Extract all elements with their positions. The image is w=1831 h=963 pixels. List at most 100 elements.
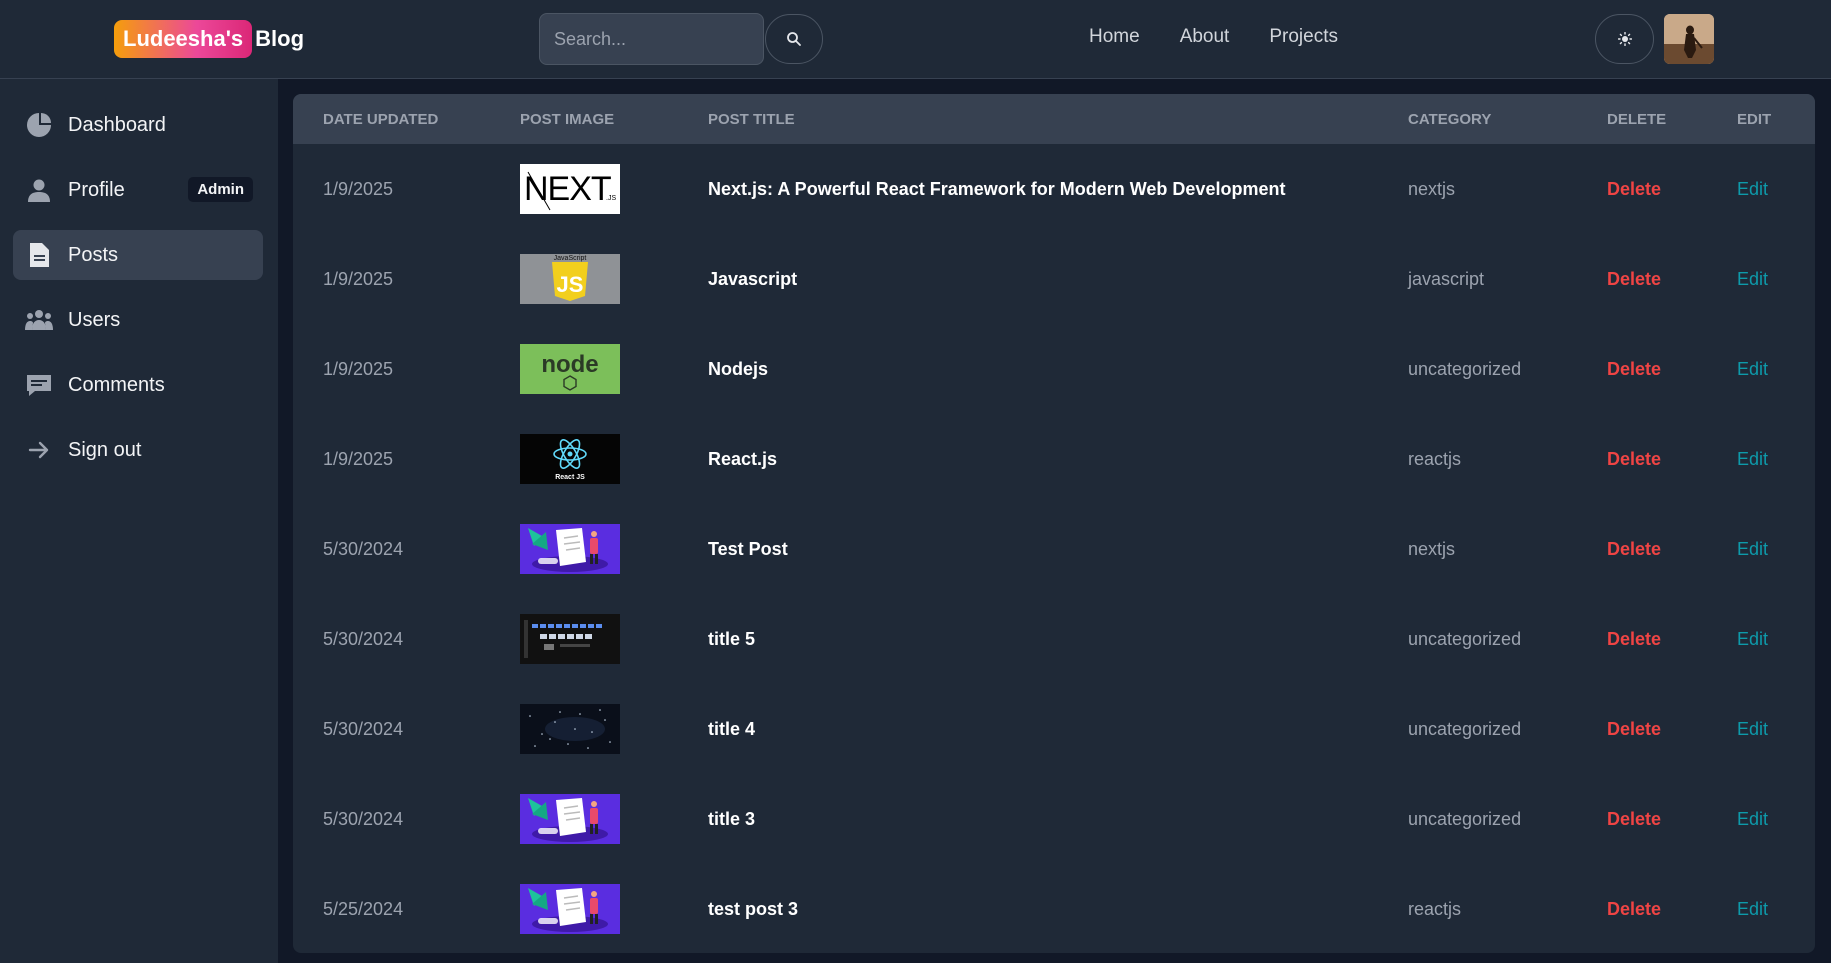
edit-link[interactable]: Edit [1737, 774, 1768, 864]
edit-link[interactable]: Edit [1737, 684, 1768, 774]
sidebar-item-comments[interactable]: Comments [13, 360, 263, 410]
user-icon [25, 176, 53, 204]
post-thumbnail[interactable] [520, 884, 620, 934]
col-date-updated: Date updated [323, 111, 439, 128]
theme-toggle-button[interactable] [1595, 14, 1654, 64]
delete-link[interactable]: Delete [1607, 414, 1661, 504]
post-category: nextjs [1408, 538, 1456, 559]
sidebar-item-posts[interactable]: Posts [13, 230, 263, 280]
edit-link[interactable]: Edit [1737, 594, 1768, 684]
posts-table: Date updated Post image Post title Categ… [293, 94, 1815, 953]
edit-link[interactable]: Edit [1737, 864, 1768, 953]
post-image-cell[interactable] [520, 864, 620, 953]
sidebar-item-label: Comments [68, 373, 165, 396]
nav-about[interactable]: About [1180, 26, 1230, 48]
table-row: 1/9/2025 JavaScript JS Javascript javascript… [293, 234, 1815, 324]
post-thumbnail[interactable] [520, 614, 620, 664]
date-updated: 5/30/2024 [323, 718, 404, 739]
search-icon [787, 32, 801, 46]
table-row: 1/9/2025 React JS React.js reactjs Delete Edi… [293, 414, 1815, 504]
sidebar-item-signout[interactable]: Sign out [13, 425, 263, 475]
edit-link[interactable]: Edit [1737, 414, 1768, 504]
sidebar-item-dashboard[interactable]: Dashboard [13, 100, 263, 150]
table-row: 5/30/2024 Test Post nextjs Delete Edit [293, 504, 1815, 594]
post-thumbnail[interactable]: JavaScript JS [520, 254, 620, 304]
post-title-link[interactable]: Nodejs [708, 324, 768, 414]
date-updated: 1/9/2025 [323, 448, 394, 469]
nav-home[interactable]: Home [1089, 26, 1140, 48]
post-title-link[interactable]: Javascript [708, 234, 797, 324]
main-nav: Home About Projects [1089, 26, 1338, 48]
sidebar-item-label: Users [68, 308, 121, 331]
edit-link[interactable]: Edit [1737, 234, 1768, 324]
sidebar-item-users[interactable]: Users [13, 295, 263, 345]
post-image-cell[interactable] [520, 684, 620, 774]
sidebar: Dashboard Profile Admin Posts Users Comm… [0, 79, 278, 963]
avatar-image [1664, 14, 1714, 64]
svg-text:React JS: React JS [555, 474, 585, 481]
edit-link[interactable]: Edit [1737, 504, 1768, 594]
post-thumbnail[interactable]: React JS [520, 434, 620, 484]
post-image-cell[interactable] [520, 774, 620, 864]
post-thumbnail[interactable] [520, 794, 620, 844]
svg-text:JS: JS [557, 272, 584, 297]
delete-link[interactable]: Delete [1607, 144, 1661, 234]
post-title-link[interactable]: React.js [708, 414, 777, 504]
edit-link[interactable]: Edit [1737, 144, 1768, 234]
post-title-link[interactable]: test post 3 [708, 864, 798, 953]
delete-link[interactable]: Delete [1607, 324, 1661, 414]
post-title-link[interactable]: title 5 [708, 594, 755, 684]
sidebar-item-label: Posts [68, 243, 119, 266]
search-input[interactable] [539, 13, 764, 65]
sidebar-item-label: Profile [68, 178, 125, 201]
site-logo[interactable]: Ludeesha's Blog [114, 20, 304, 58]
date-updated: 1/9/2025 [323, 178, 394, 199]
col-category: Category [1408, 111, 1492, 128]
post-image-cell[interactable]: JavaScript JS [520, 234, 620, 324]
top-header: Ludeesha's Blog Home About Projects [0, 0, 1831, 79]
post-image-cell[interactable] [520, 594, 620, 684]
nav-projects[interactable]: Projects [1269, 26, 1338, 48]
col-post-title: Post title [708, 111, 795, 128]
delete-link[interactable]: Delete [1607, 864, 1661, 953]
sidebar-item-label: Dashboard [68, 113, 166, 136]
post-thumbnail[interactable]: NEXT .JS [520, 164, 620, 214]
date-updated: 5/30/2024 [323, 628, 404, 649]
arrow-right-icon [25, 436, 53, 464]
post-image-cell[interactable]: node [520, 324, 620, 414]
edit-link[interactable]: Edit [1737, 324, 1768, 414]
sidebar-item-profile[interactable]: Profile Admin [13, 165, 263, 215]
svg-text:JavaScript: JavaScript [554, 255, 587, 262]
post-thumbnail[interactable]: node [520, 344, 620, 394]
post-category: nextjs [1408, 178, 1456, 199]
delete-link[interactable]: Delete [1607, 594, 1661, 684]
svg-text:NEXT: NEXT [524, 170, 611, 208]
delete-link[interactable]: Delete [1607, 774, 1661, 864]
post-category: uncategorized [1408, 358, 1522, 379]
table-row: 5/30/2024 title 4 uncategorized Delete Edit [293, 684, 1815, 774]
delete-link[interactable]: Delete [1607, 504, 1661, 594]
post-title-link[interactable]: title 4 [708, 684, 755, 774]
post-image-cell[interactable]: NEXT .JS [520, 144, 620, 234]
post-image-cell[interactable] [520, 504, 620, 594]
table-header: Date updated Post image Post title Categ… [293, 94, 1815, 144]
search-button[interactable] [765, 14, 823, 64]
document-icon [25, 241, 53, 269]
delete-link[interactable]: Delete [1607, 234, 1661, 324]
post-category: uncategorized [1408, 718, 1522, 739]
post-thumbnail[interactable] [520, 524, 620, 574]
post-title-link[interactable]: Next.js: A Powerful React Framework for … [708, 144, 1285, 234]
table-row: 5/30/2024 title 5 uncategorized Delete Edit [293, 594, 1815, 684]
user-avatar[interactable] [1664, 14, 1714, 64]
date-updated: 5/30/2024 [323, 808, 404, 829]
delete-link[interactable]: Delete [1607, 684, 1661, 774]
comment-icon [25, 371, 53, 399]
post-category: uncategorized [1408, 628, 1522, 649]
logo-text: Blog [255, 26, 305, 51]
svg-text:.JS: .JS [606, 195, 616, 202]
post-title-link[interactable]: Test Post [708, 504, 788, 594]
date-updated: 5/30/2024 [323, 538, 404, 559]
post-thumbnail[interactable] [520, 704, 620, 754]
post-title-link[interactable]: title 3 [708, 774, 755, 864]
post-image-cell[interactable]: React JS [520, 414, 620, 504]
